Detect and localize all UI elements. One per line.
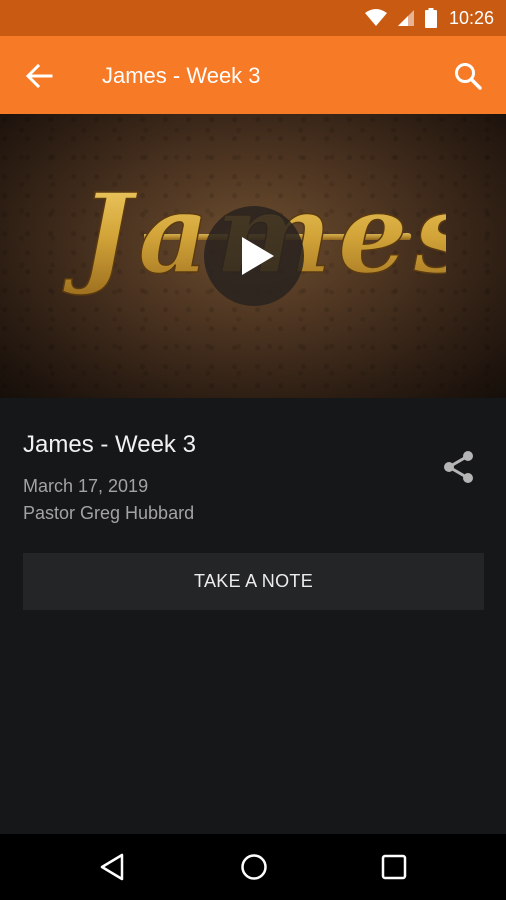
- take-a-note-button[interactable]: TAKE A NOTE: [23, 553, 484, 610]
- play-icon: [242, 237, 274, 275]
- video-player[interactable]: James: [0, 114, 506, 398]
- sermon-title: James - Week 3: [23, 431, 196, 458]
- recents-square-icon[interactable]: [378, 851, 410, 883]
- back-arrow-icon[interactable]: [24, 61, 54, 91]
- sermon-speaker: Pastor Greg Hubbard: [23, 503, 195, 523]
- search-icon[interactable]: [452, 60, 484, 92]
- play-button[interactable]: [204, 206, 304, 306]
- home-circle-icon[interactable]: [238, 851, 270, 883]
- system-nav-bar: [0, 834, 506, 900]
- status-time: 10:26: [448, 7, 494, 28]
- page-title: James - Week 3: [102, 63, 261, 88]
- status-bar: 10:26: [0, 0, 506, 36]
- battery-icon: [424, 8, 437, 28]
- wifi-icon: [364, 9, 387, 26]
- share-icon[interactable]: [440, 448, 478, 486]
- app-bar: James - Week 3: [0, 36, 506, 114]
- signal-icon: [397, 10, 414, 26]
- back-triangle-icon[interactable]: [97, 851, 129, 883]
- sermon-details: James - Week 3 March 17, 2019 Pastor Gre…: [0, 398, 506, 834]
- sermon-date: March 17, 2019: [23, 476, 149, 496]
